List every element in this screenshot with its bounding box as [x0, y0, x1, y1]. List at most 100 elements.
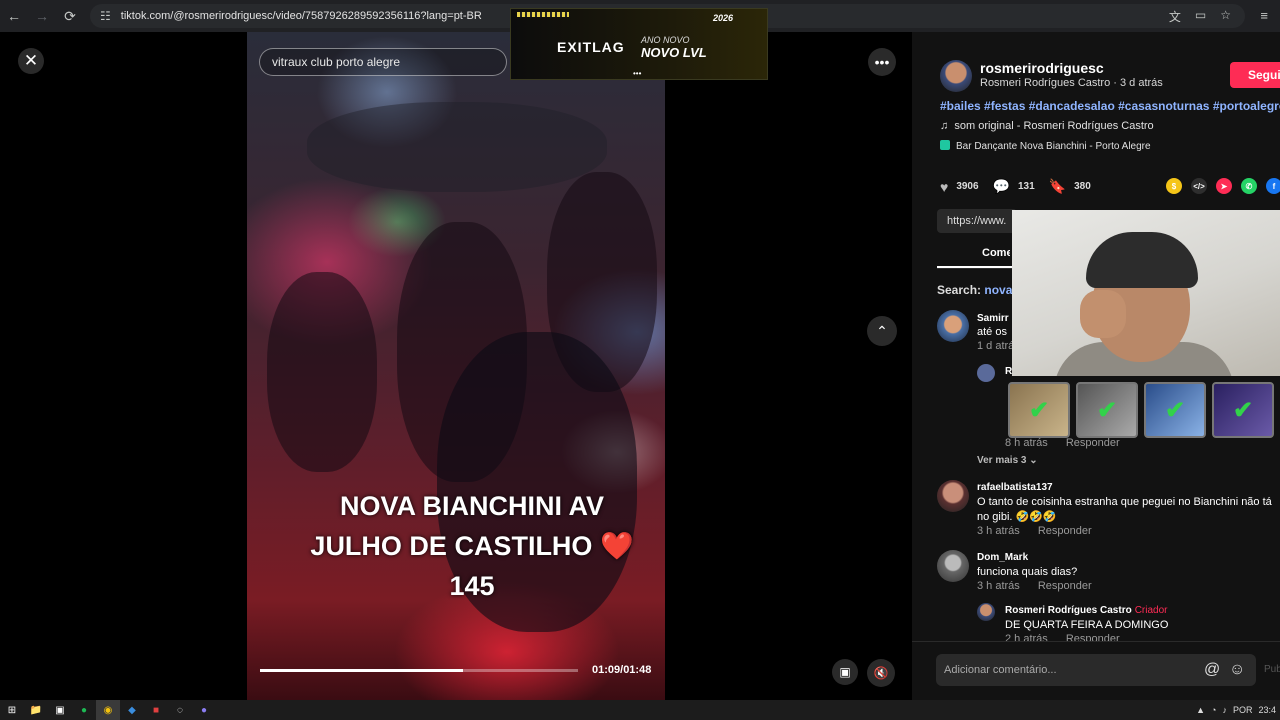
reply-username[interactable]: Rosmeri Rodrígues Castro Criador — [1005, 605, 1168, 616]
like-count: 3906 — [956, 181, 979, 192]
mention-icon[interactable]: @ — [1204, 661, 1220, 679]
cast-icon[interactable]: ▭ — [1195, 8, 1206, 25]
ad-year: 2026 — [713, 13, 734, 23]
follow-button[interactable]: Seguir — [1230, 62, 1280, 88]
comment-avatar[interactable] — [937, 480, 969, 512]
tray-language[interactable]: POR — [1233, 705, 1253, 715]
comment-text: funciona quais dias? — [977, 566, 1078, 578]
exitlag-ad-banner[interactable]: 2026 EXITLAG ANO NOVO NOVO LVL ••• — [510, 8, 768, 80]
coin-share-icon[interactable]: $ — [1166, 178, 1182, 194]
comment-username[interactable]: Samirr — [977, 313, 1009, 324]
windows-start-icon[interactable]: ⊞ — [0, 700, 24, 720]
windows-taskbar: ⊞ 📁 ▣ ● ◉ ◆ ■ ◌ ● ▲ ◔ ♪ POR 23:4 — [0, 700, 1280, 720]
video-figure — [307, 102, 607, 192]
file-explorer-icon[interactable]: 📁 — [24, 700, 48, 720]
save-button[interactable]: 🔖 380 — [1049, 178, 1091, 195]
post-button[interactable]: Publicar — [1264, 664, 1280, 675]
wifi-icon[interactable]: ◔ — [1211, 705, 1216, 715]
heart-emoji: ❤️ — [599, 531, 634, 561]
reply-avatar[interactable] — [977, 603, 995, 621]
reload-icon[interactable]: ⟳ — [56, 0, 84, 32]
embed-icon[interactable]: </> — [1191, 178, 1207, 194]
reply-link[interactable]: Responder — [1038, 525, 1092, 537]
bookmark-icon: 🔖 — [1048, 178, 1067, 194]
tab-comments[interactable]: Comentários — [982, 247, 1010, 259]
reply-meta: 8 h atrás Responder — [1005, 437, 1120, 449]
comment-username[interactable]: rafaelbatista137 — [977, 482, 1053, 493]
ad-logo: EXITLAG — [557, 39, 625, 55]
app-icon[interactable]: ◌ — [168, 700, 192, 720]
reply-link[interactable]: Responder — [1038, 580, 1092, 592]
location-pin-icon — [940, 140, 950, 150]
video-progress-bar[interactable] — [260, 669, 578, 672]
video-search-pill[interactable]: vitraux club porto alegre — [259, 48, 507, 76]
volume-icon[interactable]: ♪ — [1222, 705, 1227, 715]
back-icon[interactable]: ← — [0, 0, 28, 32]
post-hashtags[interactable]: #bailes #festas #dancadesalao #casasnotu… — [940, 99, 1280, 113]
app-icon[interactable]: ■ — [144, 700, 168, 720]
author-avatar[interactable] — [940, 60, 972, 92]
reply-avatar[interactable] — [977, 364, 995, 382]
author-username[interactable]: rosmerirodriguesc — [980, 60, 1104, 76]
comment-username[interactable]: Dom_Mark — [977, 552, 1028, 563]
close-icon: ✕ — [23, 51, 39, 70]
emoji-icon[interactable]: ☺ — [1229, 661, 1245, 679]
muted-speaker-icon: 🔇 — [873, 666, 889, 680]
copy-link-field[interactable]: https://www. — [937, 209, 1017, 233]
checkmark-icon: ✔ — [1008, 382, 1070, 438]
menu-icon[interactable]: ≡ — [1260, 8, 1268, 23]
post-location[interactable]: Bar Dançante Nova Bianchini - Porto Aleg… — [940, 140, 1151, 152]
comment-search-label[interactable]: Search: nova — [937, 283, 1012, 297]
app-icon[interactable]: ▣ — [48, 700, 72, 720]
spotify-icon[interactable]: ● — [72, 700, 96, 720]
reply-link[interactable]: Responder — [1066, 437, 1120, 449]
forward-icon[interactable]: → — [28, 0, 56, 32]
comment-button[interactable]: 💬 131 — [993, 178, 1035, 195]
tray-clock[interactable]: 23:4 — [1258, 705, 1276, 715]
tray-icon[interactable]: ▲ — [1196, 705, 1205, 715]
whatsapp-icon[interactable]: ✆ — [1241, 178, 1257, 194]
comment-text: O tanto de coisinha estranha que peguei … — [977, 496, 1272, 523]
comment-composer: Adicionar comentário... @ ☺ Publicar — [912, 641, 1280, 700]
close-button[interactable]: ✕ — [18, 48, 44, 74]
video-search-text[interactable]: vitraux club porto alegre — [272, 55, 400, 69]
translate-icon[interactable]: 文 — [1169, 8, 1181, 25]
app-icon[interactable]: ● — [192, 700, 216, 720]
mute-button[interactable]: 🔇 — [867, 659, 895, 687]
bookmark-star-icon[interactable]: ☆ — [1220, 8, 1231, 25]
chrome-icon[interactable]: ◉ — [96, 700, 120, 720]
app-icon[interactable]: ◆ — [120, 700, 144, 720]
comment-count: 131 — [1018, 181, 1035, 192]
more-options-button[interactable]: ••• — [868, 48, 896, 76]
heart-icon: ♥ — [940, 178, 949, 195]
comment-avatar[interactable] — [937, 310, 969, 342]
video-time: 01:09/01:48 — [592, 664, 652, 676]
reply-text: DE QUARTA FEIRA A DOMINGO — [1005, 619, 1169, 631]
picture-in-picture-button[interactable]: ▣ — [832, 659, 858, 685]
chevron-up-icon: ⌃ — [876, 322, 888, 339]
video-caption: NOVA BIANCHINI AV JULHO DE CASTILHO ❤️ 1… — [292, 486, 652, 606]
send-icon[interactable]: ➤ — [1216, 178, 1232, 194]
like-button[interactable]: ♥ 3906 — [940, 179, 979, 195]
music-note-icon: ♫ — [940, 120, 949, 132]
post-stats: ♥ 3906 💬 131 🔖 380 — [940, 178, 1105, 195]
pip-icon: ▣ — [839, 665, 851, 679]
caption-line-3: 145 — [449, 571, 495, 601]
url-text[interactable]: tiktok.com/@rosmerirodriguesc/video/7587… — [121, 10, 482, 22]
previous-video-button[interactable]: ⌃ — [867, 316, 897, 346]
more-icon: ••• — [874, 54, 890, 70]
comment-meta: 3 h atrás Responder — [977, 580, 1092, 592]
ad-dots: ••• — [633, 69, 642, 78]
tune-icon[interactable]: ☷ — [100, 9, 111, 23]
caption-line-1: NOVA BIANCHINI AV — [339, 491, 604, 521]
facebook-icon[interactable]: f — [1266, 178, 1280, 194]
comment-avatar[interactable] — [937, 550, 969, 582]
view-more-replies[interactable]: Ver mais 3 ⌄ — [977, 455, 1038, 466]
creator-badge: Criador — [1134, 605, 1168, 616]
post-sound[interactable]: ♫ som original - Rosmeri Rodrígues Castr… — [940, 120, 1154, 132]
save-count: 380 — [1074, 181, 1091, 192]
webcam-person-hand — [1080, 290, 1126, 338]
ad-line-2: NOVO LVL — [641, 45, 707, 60]
video-progress-fill — [260, 669, 464, 672]
video-stage: ✕ vitraux club porto alegre NOVA BIANCHI… — [0, 32, 912, 700]
